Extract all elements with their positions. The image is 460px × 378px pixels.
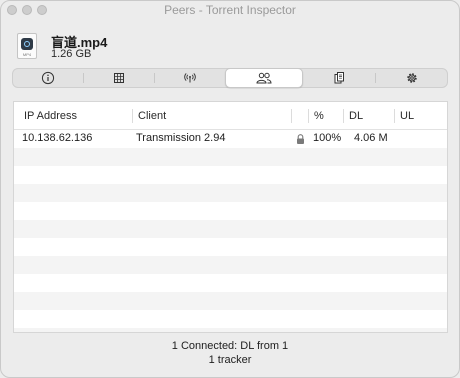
tab-peers[interactable] <box>225 68 303 88</box>
peer-client: Transmission 2.94 <box>136 132 226 144</box>
table-row[interactable]: 10.138.62.136 Transmission 2.94 100% 4.0… <box>14 130 447 148</box>
people-icon <box>256 72 272 84</box>
antenna-icon <box>184 73 196 83</box>
grid-icon <box>114 73 124 83</box>
tab-options[interactable] <box>376 69 447 87</box>
tab-activity[interactable] <box>84 69 154 87</box>
file-size: 1.26 GB <box>51 48 92 60</box>
lock-icon <box>297 134 304 144</box>
empty-row <box>14 310 447 328</box>
peers-table[interactable]: IP Address Client % DL UL 10.138.62.136 … <box>13 101 448 333</box>
empty-row <box>14 202 447 220</box>
empty-row <box>14 274 447 292</box>
col-header-dl[interactable]: DL <box>349 110 363 122</box>
tab-files[interactable] <box>303 69 375 87</box>
tab-info[interactable] <box>13 69 83 87</box>
status-trackers: 1 tracker <box>208 354 252 366</box>
empty-row <box>14 328 447 332</box>
empty-row <box>14 220 447 238</box>
col-header-ul[interactable]: UL <box>400 110 414 122</box>
col-header-percent[interactable]: % <box>314 110 324 122</box>
empty-row <box>14 184 447 202</box>
window-title: Peers - Torrent Inspector <box>164 3 296 17</box>
empty-row <box>14 166 447 184</box>
title-bar: Peers - Torrent Inspector <box>1 1 459 19</box>
status-connected: 1 Connected: DL from 1 <box>171 340 289 352</box>
documents-icon <box>334 72 344 84</box>
empty-row <box>14 148 447 166</box>
inspector-tab-bar <box>12 68 448 88</box>
empty-row <box>14 238 447 256</box>
empty-row <box>14 292 447 310</box>
empty-row <box>14 256 447 274</box>
quicktime-movie-icon: MP4 <box>17 33 37 59</box>
gear-icon <box>406 73 417 83</box>
file-icon-label: MP4 <box>22 52 32 57</box>
col-header-ip[interactable]: IP Address <box>24 110 77 122</box>
tab-trackers[interactable] <box>155 69 225 87</box>
col-header-client[interactable]: Client <box>138 110 166 122</box>
peer-dl-rate: 4.06 M <box>354 132 388 144</box>
peer-ip: 10.138.62.136 <box>22 132 93 144</box>
table-header: IP Address Client % DL UL <box>14 102 447 130</box>
peer-percent: 100% <box>313 132 342 144</box>
info-icon <box>41 71 55 85</box>
inspector-window: Peers - Torrent Inspector MP4 盲道.mp4 1.2… <box>0 0 460 378</box>
